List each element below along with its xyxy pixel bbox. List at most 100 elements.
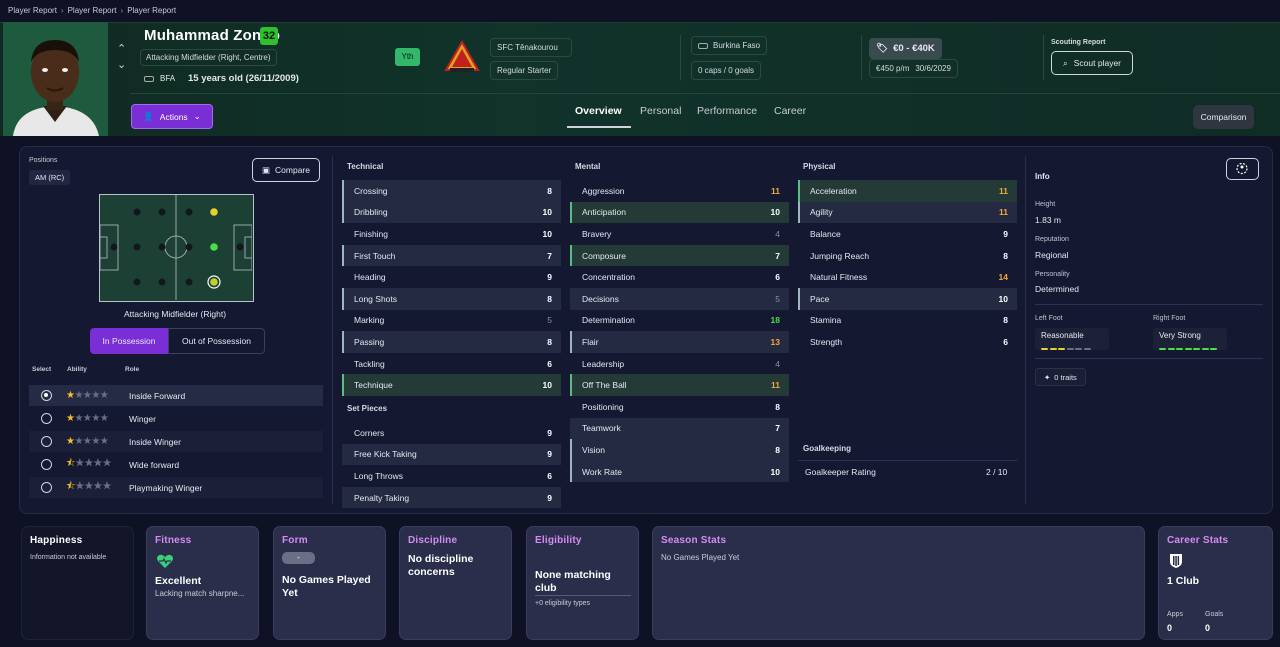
height-value: 1.83 m bbox=[1035, 215, 1061, 225]
attribute-row[interactable]: Passing 8 bbox=[342, 331, 561, 353]
breadcrumb-item[interactable]: Player Report bbox=[127, 6, 176, 15]
traits-button[interactable]: ✦ 0 traits bbox=[1035, 368, 1086, 386]
form-badge: - bbox=[282, 552, 315, 564]
fitness-status: Excellent bbox=[155, 575, 202, 587]
attribute-row[interactable]: Corners 9 bbox=[342, 422, 561, 444]
attribute-row[interactable]: Long Shots 8 bbox=[342, 287, 561, 310]
radio-button[interactable] bbox=[41, 390, 52, 401]
transfer-value: 🏷 €0 - €40K bbox=[869, 38, 942, 59]
apps-label: Apps bbox=[1167, 611, 1183, 618]
role-name: Wide forward bbox=[129, 459, 180, 470]
nationality: BFA bbox=[144, 74, 175, 83]
attribute-row[interactable]: Bravery 4 bbox=[570, 223, 789, 245]
out-of-possession-toggle[interactable]: Out of Possession bbox=[168, 328, 265, 354]
info-toggle-button[interactable] bbox=[1226, 158, 1259, 180]
season-stats-card[interactable]: Season Stats No Games Played Yet bbox=[652, 526, 1145, 640]
club-name[interactable]: SFC Tênakourou bbox=[490, 38, 572, 57]
set-pieces-attributes: Corners 9 Free Kick Taking 9 Long Throws 6 … bbox=[342, 422, 561, 509]
attribute-row[interactable]: Penalty Taking 9 bbox=[342, 486, 561, 509]
attribute-row[interactable]: Off The Ball 11 bbox=[570, 374, 789, 396]
role-row[interactable]: ★★★★★ Inside Winger bbox=[29, 431, 323, 452]
breadcrumb-item[interactable]: Player Report bbox=[68, 6, 117, 15]
actions-button[interactable]: 👤 Actions ⌄ bbox=[131, 104, 213, 129]
attribute-row[interactable]: Crossing 8 bbox=[342, 180, 561, 202]
apps-value: 0 bbox=[1167, 623, 1173, 633]
discipline-card[interactable]: Discipline No discipline concerns bbox=[399, 526, 512, 640]
tab-personal[interactable]: Personal bbox=[640, 105, 681, 117]
scouting-report-label: Scouting Report bbox=[1051, 39, 1106, 46]
attribute-row[interactable]: Free Kick Taking 9 bbox=[342, 443, 561, 466]
physical-attributes: Acceleration 11 Agility 11 Balance 9 Jumpin… bbox=[798, 180, 1017, 353]
role-row[interactable]: ⯪★★★★ Playmaking Winger bbox=[29, 477, 323, 498]
flag-icon bbox=[144, 75, 154, 82]
comparison-button[interactable]: Comparison bbox=[1193, 105, 1254, 129]
career-stats-card[interactable]: Career Stats 1 Club Apps Goals 0 0 bbox=[1158, 526, 1273, 640]
radio-button[interactable] bbox=[41, 459, 52, 470]
chevron-up-icon[interactable]: ⌃ bbox=[117, 42, 126, 55]
physical-title: Physical bbox=[803, 162, 836, 171]
position-tag: AM (RC) bbox=[29, 170, 71, 185]
shield-icon bbox=[1170, 554, 1182, 568]
radio-button[interactable] bbox=[41, 436, 52, 447]
eligibility-card[interactable]: Eligibility None matching club +0 eligib… bbox=[526, 526, 639, 640]
attribute-row[interactable]: Pace 10 bbox=[798, 287, 1017, 310]
position-pitch[interactable] bbox=[99, 194, 254, 302]
attribute-row[interactable]: Balance 9 bbox=[798, 223, 1017, 245]
attribute-row[interactable]: Finishing 10 bbox=[342, 223, 561, 245]
attribute-row[interactable]: Flair 13 bbox=[570, 331, 789, 353]
attribute-row[interactable]: Natural Fitness 14 bbox=[798, 266, 1017, 288]
right-foot-card: Very Strong bbox=[1153, 328, 1227, 350]
attribute-row[interactable]: Decisions 5 bbox=[570, 287, 789, 310]
fitness-title: Fitness bbox=[155, 535, 192, 546]
goals-label: Goals bbox=[1205, 611, 1224, 618]
eligibility-text: None matching club bbox=[535, 569, 611, 594]
scout-player-button[interactable]: ⌕ Scout player bbox=[1051, 51, 1133, 75]
attribute-row[interactable]: Long Throws 6 bbox=[342, 465, 561, 487]
attribute-row[interactable]: Aggression 11 bbox=[570, 180, 789, 202]
technical-title: Technical bbox=[347, 162, 384, 171]
attribute-row[interactable]: Anticipation 10 bbox=[570, 201, 789, 224]
attribute-row[interactable]: Dribbling 10 bbox=[342, 201, 561, 224]
radio-button[interactable] bbox=[41, 482, 52, 493]
tab-career[interactable]: Career bbox=[774, 105, 806, 117]
chevron-down-icon[interactable]: ⌄ bbox=[117, 58, 126, 71]
attribute-row[interactable]: Agility 11 bbox=[798, 201, 1017, 224]
form-card[interactable]: Form - No Games Played Yet bbox=[273, 526, 386, 640]
attribute-row[interactable]: Stamina 8 bbox=[798, 310, 1017, 332]
breadcrumb-item[interactable]: Player Report bbox=[8, 6, 57, 15]
role-row[interactable]: ★★★★★ Winger bbox=[29, 408, 323, 429]
attribute-row[interactable]: Positioning 8 bbox=[570, 396, 789, 418]
attribute-row[interactable]: Concentration 6 bbox=[570, 266, 789, 288]
tab-performance[interactable]: Performance bbox=[697, 105, 757, 117]
attribute-row[interactable]: Leadership 4 bbox=[570, 353, 789, 375]
role-row[interactable]: ★★★★★ Inside Forward bbox=[29, 385, 323, 406]
attribute-row[interactable]: Teamwork 7 bbox=[570, 417, 789, 440]
country-pill[interactable]: Burkina Faso bbox=[691, 36, 768, 55]
attribute-row[interactable]: Determination 18 bbox=[570, 310, 789, 332]
compare-button[interactable]: ▣ Compare bbox=[252, 158, 320, 182]
attribute-row[interactable]: Tackling 6 bbox=[342, 353, 561, 375]
happiness-card[interactable]: Happiness Information not available bbox=[21, 526, 134, 640]
in-possession-toggle[interactable]: In Possession bbox=[90, 328, 168, 354]
fitness-card[interactable]: Fitness Excellent Lacking match sharpne.… bbox=[146, 526, 259, 640]
attribute-row[interactable]: Composure 7 bbox=[570, 244, 789, 267]
attribute-row[interactable]: First Touch 7 bbox=[342, 244, 561, 267]
info-title: Info bbox=[1035, 172, 1050, 181]
role-row[interactable]: ⯪★★★★ Wide forward bbox=[29, 454, 323, 475]
caps-goals: 0 caps / 0 goals bbox=[691, 61, 762, 80]
attribute-row[interactable]: Jumping Reach 8 bbox=[798, 245, 1017, 267]
breadcrumb: Player Report › Player Report › Player R… bbox=[8, 6, 176, 15]
radio-button[interactable] bbox=[41, 413, 52, 424]
attribute-row[interactable]: Strength 6 bbox=[798, 331, 1017, 353]
attribute-row[interactable]: Acceleration 11 bbox=[798, 180, 1017, 202]
attribute-row[interactable]: Heading 9 bbox=[342, 266, 561, 288]
attribute-row[interactable]: Vision 8 bbox=[570, 439, 789, 461]
attribute-row[interactable]: Work Rate 10 bbox=[570, 460, 789, 483]
tab-overview[interactable]: Overview bbox=[575, 105, 622, 117]
left-foot-card: Reasonable bbox=[1035, 328, 1109, 350]
attribute-row[interactable]: Technique 10 bbox=[342, 374, 561, 396]
club-logo-icon[interactable] bbox=[444, 39, 480, 74]
positions-label: Positions bbox=[29, 157, 58, 164]
attribute-row[interactable]: Marking 5 bbox=[342, 310, 561, 332]
actions-label: Actions bbox=[159, 111, 188, 122]
